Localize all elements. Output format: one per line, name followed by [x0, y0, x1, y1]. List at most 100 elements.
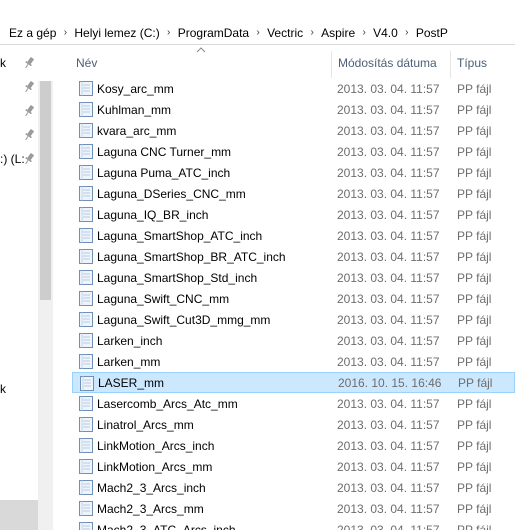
file-icon	[79, 186, 93, 201]
nav-item[interactable]: :) (L:	[0, 149, 38, 169]
file-icon	[79, 333, 93, 348]
breadcrumb-item[interactable]: Ez a gép	[0, 26, 58, 40]
chevron-right-icon[interactable]: ›	[305, 27, 319, 38]
file-date: 2013. 03. 04. 11:57	[337, 396, 440, 411]
pin-icon[interactable]	[24, 104, 34, 118]
file-type: PP fájl	[457, 207, 492, 222]
file-type: PP fájl	[457, 270, 492, 285]
file-type: PP fájl	[457, 459, 492, 474]
file-icon	[79, 207, 93, 222]
file-name: Laguna_IQ_BR_inch	[97, 207, 209, 222]
breadcrumb-item[interactable]: Aspire	[319, 26, 357, 40]
nav-item[interactable]	[0, 125, 38, 145]
nav-scrollbar[interactable]	[38, 81, 53, 530]
file-name: Kosy_arc_mm	[97, 81, 174, 96]
file-type: PP fájl	[457, 417, 492, 432]
file-row[interactable]: Laguna_SmartShop_Std_inch 2013. 03. 04. 1…	[72, 267, 515, 288]
file-icon	[79, 459, 93, 474]
pin-icon[interactable]	[24, 152, 34, 166]
column-name[interactable]: Név	[70, 45, 330, 78]
file-name: Laguna CNC Turner_mm	[97, 144, 232, 159]
file-date: 2013. 03. 04. 11:57	[337, 81, 440, 96]
file-row[interactable]: Laguna_Swift_Cut3D_mmg_mm 2013. 03. 04. 1…	[72, 309, 515, 330]
file-row[interactable]: kvara_arc_mm 2013. 03. 04. 11:57 PP fájl	[72, 120, 515, 141]
file-date: 2013. 03. 04. 11:57	[337, 417, 440, 432]
column-date[interactable]: Módosítás dátuma	[332, 45, 450, 78]
nav-item[interactable]: k	[0, 379, 38, 399]
pin-icon[interactable]	[24, 80, 34, 94]
file-date: 2016. 10. 15. 16:46	[338, 375, 442, 390]
navigation-pane: k :) (L: k	[0, 45, 41, 530]
file-row[interactable]: Laguna_DSeries_CNC_mm 2013. 03. 04. 11:57…	[72, 183, 515, 204]
file-icon	[79, 501, 93, 516]
file-name: Mach2_3_Arcs_mm	[97, 501, 204, 516]
chevron-right-icon[interactable]: ›	[58, 27, 72, 38]
file-row[interactable]: Larken_inch 2013. 03. 04. 11:57 PP fájl	[72, 330, 515, 351]
file-row[interactable]: Laguna Puma_ATC_inch 2013. 03. 04. 11:57 P…	[72, 162, 515, 183]
file-name: Larken_mm	[97, 354, 161, 369]
file-type: PP fájl	[457, 81, 492, 96]
file-icon	[79, 291, 93, 306]
nav-selected-item[interactable]	[0, 500, 38, 530]
file-row[interactable]: Laguna_SmartShop_ATC_inch 2013. 03. 04. 1…	[72, 225, 515, 246]
breadcrumb-item[interactable]: Helyi lemez (C:)	[72, 26, 161, 40]
file-row[interactable]: Laguna_IQ_BR_inch 2013. 03. 04. 11:57 PP f…	[72, 204, 515, 225]
nav-item[interactable]	[0, 77, 38, 97]
chevron-right-icon[interactable]: ›	[251, 27, 265, 38]
file-row[interactable]: Laguna_SmartShop_BR_ATC_inch 2013. 03. 04…	[72, 246, 515, 267]
file-name: Kuhlman_mm	[97, 102, 172, 117]
file-list: Kosy_arc_mm 2013. 03. 04. 11:57 PP fájl Kuh…	[56, 78, 515, 530]
breadcrumb-item[interactable]: Vectric	[265, 26, 305, 40]
file-row[interactable]: LinkMotion_Arcs_inch 2013. 03. 04. 11:57 P…	[72, 435, 515, 456]
column-type[interactable]: Típus	[451, 45, 515, 78]
file-name: Larken_inch	[97, 333, 163, 348]
nav-item[interactable]: k	[0, 53, 38, 73]
file-type: PP fájl	[457, 165, 492, 180]
file-row[interactable]: Lasercomb_Arcs_Atc_mm 2013. 03. 04. 11:57…	[72, 393, 515, 414]
file-row[interactable]: Mach2_3_Arcs_inch 2013. 03. 04. 11:57 PP f…	[72, 477, 515, 498]
file-date: 2013. 03. 04. 11:57	[337, 207, 440, 222]
file-date: 2013. 03. 04. 11:57	[337, 333, 440, 348]
file-date: 2013. 03. 04. 11:57	[337, 144, 440, 159]
file-date: 2013. 03. 04. 11:57	[337, 480, 440, 495]
file-row[interactable]: Kosy_arc_mm 2013. 03. 04. 11:57 PP fájl	[72, 78, 515, 99]
file-type: PP fájl	[457, 501, 492, 516]
file-name: Laguna_DSeries_CNC_mm	[97, 186, 246, 201]
file-row[interactable]: Larken_mm 2013. 03. 04. 11:57 PP fájl	[72, 351, 515, 372]
file-date: 2013. 03. 04. 11:57	[337, 354, 440, 369]
breadcrumb-item[interactable]: ProgramData	[176, 26, 251, 40]
file-row[interactable]: Mach2_3_ATC_Arcs_inch 2013. 03. 04. 11:57…	[72, 519, 515, 530]
file-row[interactable]: LASER_mm 2016. 10. 15. 16:46 PP fájl	[72, 372, 515, 393]
pin-icon[interactable]	[24, 128, 34, 142]
file-name: Laguna_SmartShop_BR_ATC_inch	[97, 249, 286, 264]
breadcrumb-item[interactable]: PostP	[414, 26, 450, 40]
file-row[interactable]: Kuhlman_mm 2013. 03. 04. 11:57 PP fájl	[72, 99, 515, 120]
file-date: 2013. 03. 04. 11:57	[337, 438, 440, 453]
file-row[interactable]: Laguna CNC Turner_mm 2013. 03. 04. 11:57 P…	[72, 141, 515, 162]
pin-icon[interactable]	[24, 56, 34, 70]
file-type: PP fájl	[457, 123, 492, 138]
chevron-right-icon[interactable]: ›	[162, 27, 176, 38]
file-icon	[79, 417, 93, 432]
file-name: Mach2_3_ATC_Arcs_inch	[97, 522, 236, 530]
file-type: PP fájl	[457, 396, 492, 411]
chevron-right-icon[interactable]: ›	[400, 27, 414, 38]
file-name: LASER_mm	[98, 375, 165, 390]
nav-scrollbar-thumb[interactable]	[40, 81, 51, 300]
file-icon	[79, 396, 93, 411]
file-icon	[79, 249, 93, 264]
breadcrumb-item[interactable]: V4.0	[371, 26, 400, 40]
chevron-right-icon[interactable]: ›	[357, 27, 371, 38]
file-icon	[79, 438, 93, 453]
file-row[interactable]: Laguna_Swift_CNC_mm 2013. 03. 04. 11:57 PP…	[72, 288, 515, 309]
file-type: PP fájl	[457, 354, 492, 369]
file-type: PP fájl	[457, 522, 492, 530]
file-row[interactable]: Linatrol_Arcs_mm 2013. 03. 04. 11:57 PP fá…	[72, 414, 515, 435]
column-header: Név Módosítás dátuma Típus	[56, 45, 515, 78]
file-row[interactable]: Mach2_3_Arcs_mm 2013. 03. 04. 11:57 PP fáj…	[72, 498, 515, 519]
file-row[interactable]: LinkMotion_Arcs_mm 2013. 03. 04. 11:57 PP …	[72, 456, 515, 477]
file-type: PP fájl	[457, 228, 492, 243]
file-icon	[79, 522, 93, 530]
nav-item[interactable]	[0, 101, 38, 121]
file-type: PP fájl	[457, 480, 492, 495]
